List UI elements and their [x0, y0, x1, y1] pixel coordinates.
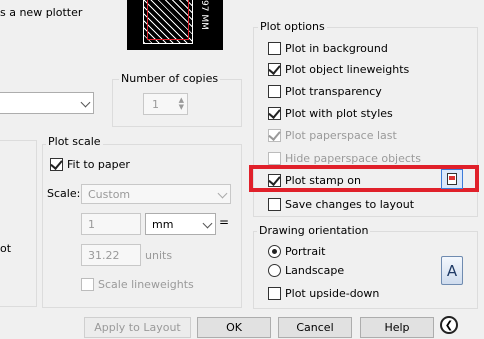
fit-to-paper-checkbox[interactable]: Fit to paper	[50, 156, 130, 172]
checkbox-box	[268, 84, 281, 98]
scale-value2-input[interactable]: 31.22	[81, 244, 141, 266]
units-label: units	[145, 249, 173, 262]
plot-in-background-checkbox[interactable]: Plot in background	[268, 40, 388, 56]
plotter-combo[interactable]	[0, 92, 94, 114]
left-partial-group	[0, 140, 37, 307]
scale-unit: mm	[152, 217, 174, 231]
orientation-preview-icon: A	[441, 256, 463, 285]
plot-object-lineweights-label: Plot object lineweights	[285, 62, 410, 76]
left-edge-text: ot	[0, 242, 12, 255]
preview-sheet	[143, 0, 193, 44]
plot-stamp-on-label: Plot stamp on	[285, 173, 361, 187]
fit-to-paper-label: Fit to paper	[67, 157, 130, 171]
plot-with-plot-styles-checkbox[interactable]: Plot with plot styles	[268, 105, 393, 121]
copies-label: Number of copies	[119, 72, 221, 85]
plot-transparency-label: Plot transparency	[285, 84, 382, 98]
plot-upside-down-checkbox[interactable]: Plot upside-down	[268, 285, 379, 301]
new-plotter-text: s a new plotter	[0, 6, 83, 19]
landscape-label: Landscape	[285, 263, 345, 277]
checkbox-box	[50, 156, 63, 171]
chevron-down-icon	[80, 97, 91, 108]
checkbox-box	[81, 277, 94, 291]
plot-upside-down-label: Plot upside-down	[285, 286, 380, 300]
chevron-down-icon	[217, 188, 228, 199]
scale-value1-input[interactable]: 1	[81, 213, 141, 235]
cancel-button[interactable]: Cancel	[278, 317, 352, 338]
apply-to-layout-button[interactable]: Apply to Layout	[84, 317, 191, 338]
hide-paperspace-objects-checkbox[interactable]: Hide paperspace objects	[268, 150, 421, 166]
plot-transparency-checkbox[interactable]: Plot transparency	[268, 83, 382, 99]
plot-scale-label: Plot scale	[46, 135, 103, 148]
equals-sign: =	[219, 215, 230, 229]
spinner-arrows-icon: ▲ ▼	[178, 96, 184, 111]
copies-spinner[interactable]: 1 ▲ ▼	[143, 93, 188, 115]
stamp-icon	[447, 173, 457, 185]
collapse-options-icon[interactable]: ❮	[440, 316, 458, 334]
orientation-label: Drawing orientation	[257, 224, 371, 237]
plot-stamp-settings-icon[interactable]	[441, 169, 463, 189]
plot-paperspace-last-checkbox[interactable]: Plot paperspace last	[268, 127, 397, 143]
plot-stamp-on-checkbox[interactable]: Plot stamp on	[268, 172, 361, 188]
portrait-radio[interactable]: Portrait	[268, 243, 325, 259]
scale-value: Custom	[88, 187, 131, 201]
save-changes-checkbox[interactable]: Save changes to layout	[268, 196, 414, 212]
plot-options-label: Plot options	[258, 20, 327, 33]
hide-paperspace-objects-label: Hide paperspace objects	[285, 151, 421, 165]
plot-in-background-label: Plot in background	[285, 41, 388, 55]
checkbox-box	[268, 286, 281, 300]
preview-printable-area	[147, 0, 189, 40]
scale-label: Scale:	[47, 187, 81, 200]
portrait-label: Portrait	[285, 244, 326, 258]
checkbox-box	[268, 41, 281, 55]
copies-value: 1	[152, 97, 159, 111]
scale-lineweights-label: Scale lineweights	[98, 277, 194, 291]
checkbox-box	[268, 197, 281, 211]
plot-object-lineweights-checkbox[interactable]: Plot object lineweights	[268, 61, 409, 77]
scale-combo[interactable]: Custom	[81, 184, 231, 204]
plot-preview: 97 MM	[127, 0, 223, 50]
help-button[interactable]: Help	[360, 317, 434, 338]
save-changes-label: Save changes to layout	[285, 197, 415, 211]
plot-with-plot-styles-label: Plot with plot styles	[285, 106, 393, 120]
checkbox-box	[268, 105, 281, 120]
checkbox-box	[268, 172, 281, 187]
radio-circle	[268, 244, 281, 258]
scale-value2: 31.22	[88, 248, 120, 262]
plot-paperspace-last-label: Plot paperspace last	[285, 128, 397, 142]
radio-circle	[268, 263, 281, 277]
scale-unit-combo[interactable]: mm	[145, 213, 216, 235]
ok-button[interactable]: OK	[197, 317, 271, 338]
chevron-down-icon	[202, 218, 213, 229]
scale-lineweights-checkbox[interactable]: Scale lineweights	[81, 276, 194, 292]
checkbox-box	[268, 151, 281, 165]
landscape-radio[interactable]: Landscape	[268, 262, 344, 278]
preview-dimension: 97 MM	[199, 0, 209, 30]
checkbox-box	[268, 61, 281, 76]
checkbox-box	[268, 127, 281, 142]
scale-value1: 1	[88, 217, 95, 231]
